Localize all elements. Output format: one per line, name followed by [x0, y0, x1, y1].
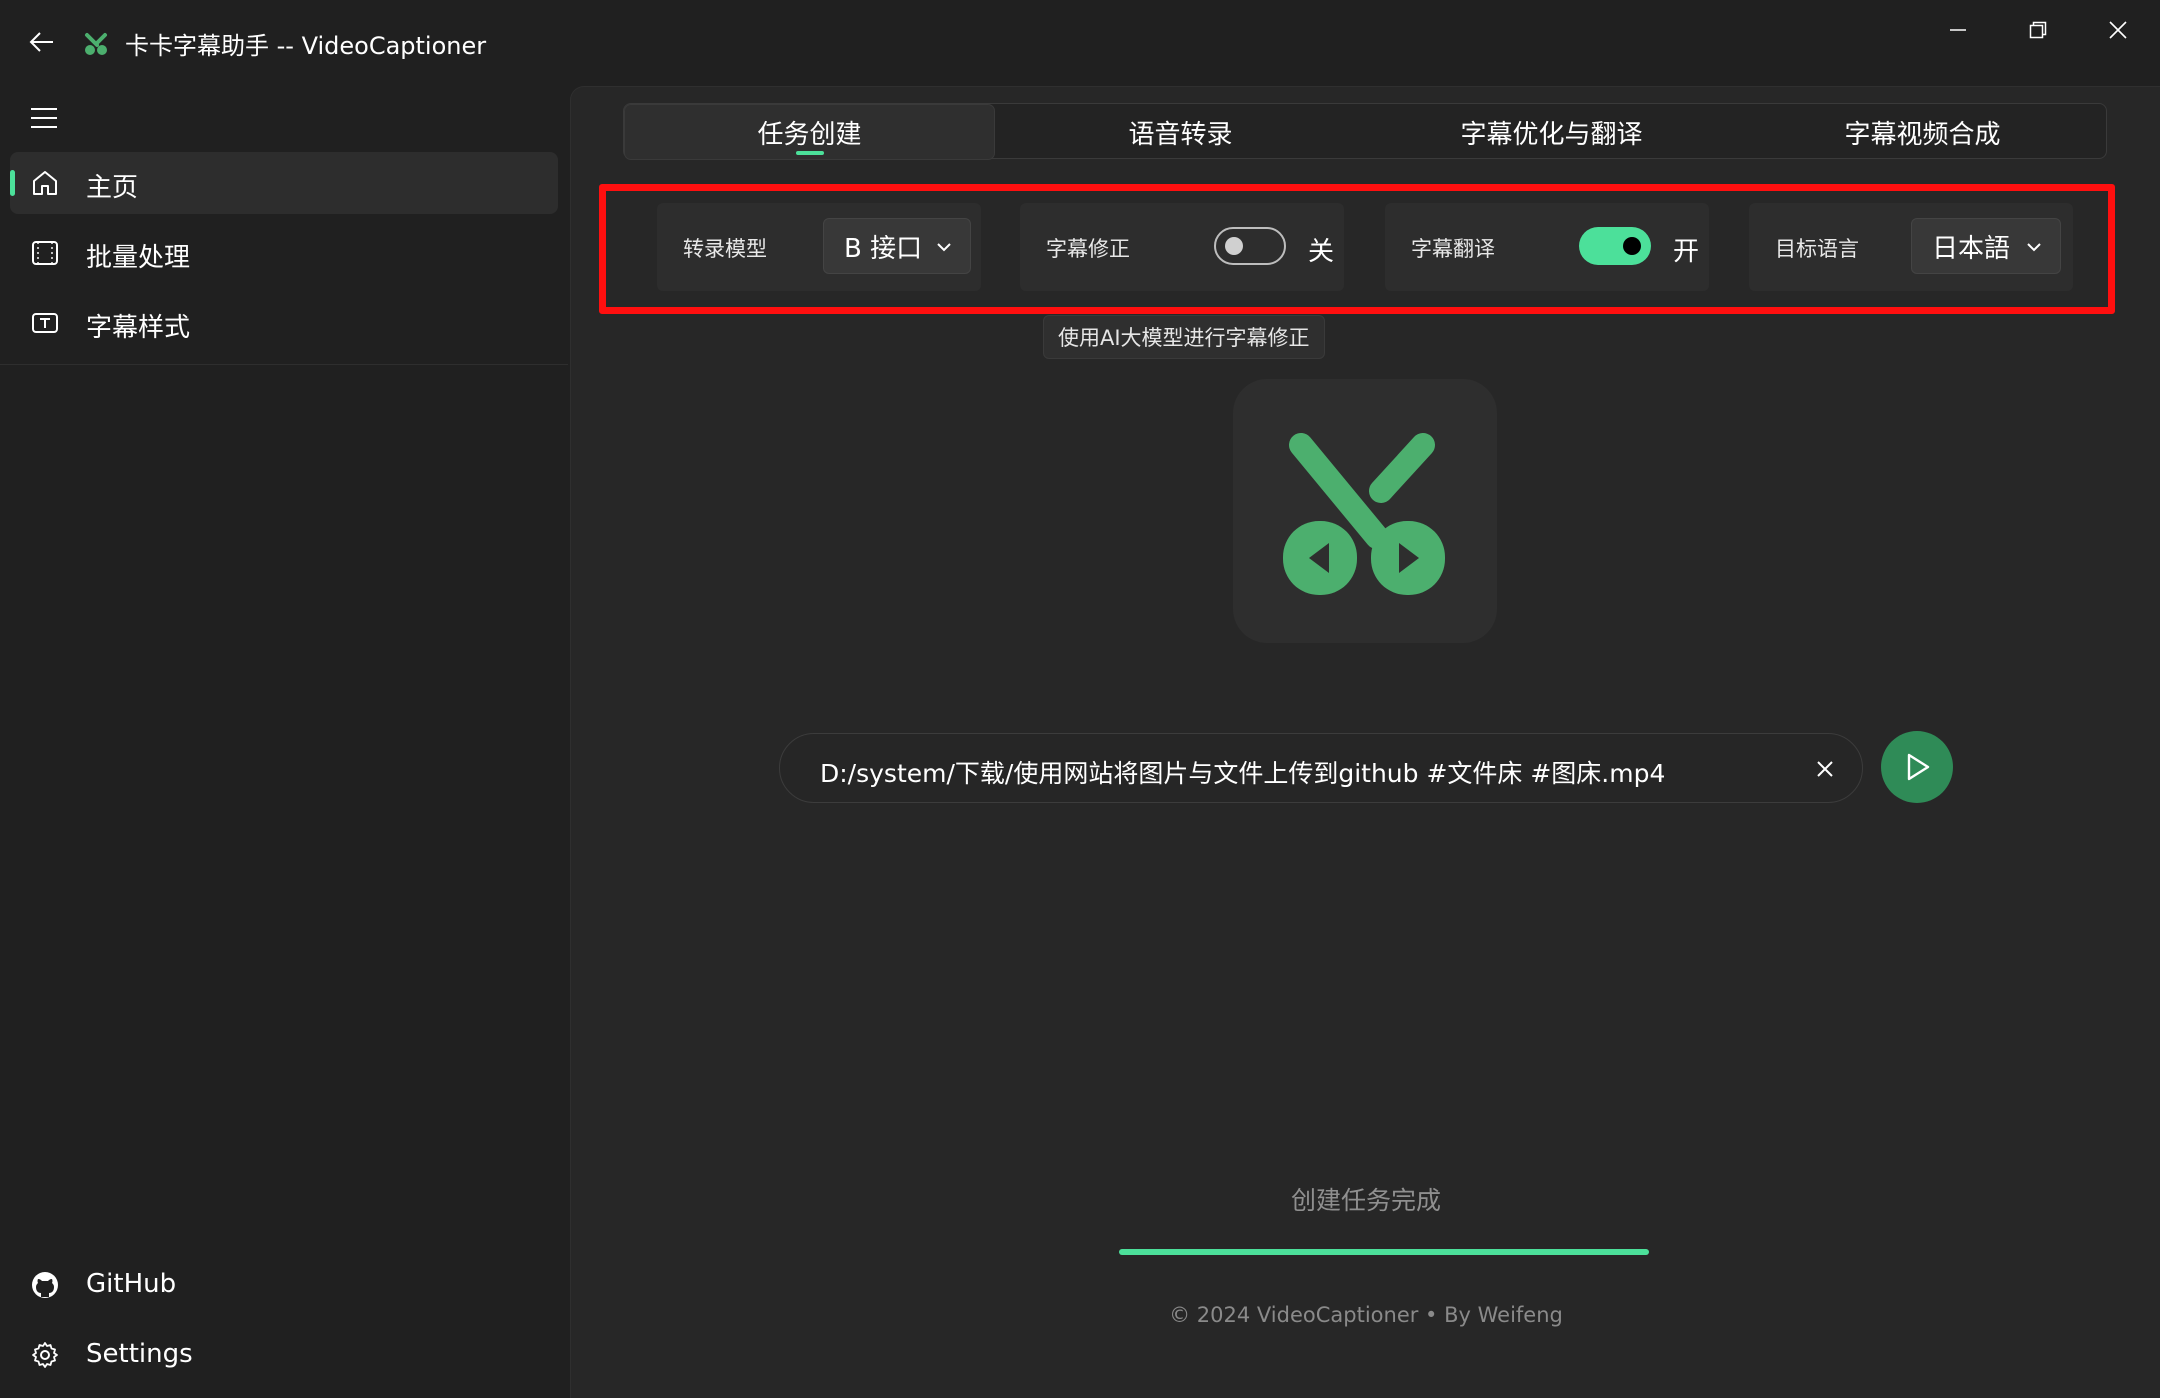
- target-language-value: 日本語: [1932, 233, 2011, 264]
- close-icon: [1817, 761, 1833, 777]
- home-icon: [28, 166, 62, 200]
- window-title: 卡卡字幕助手 -- VideoCaptioner: [125, 32, 487, 60]
- sidebar-item-label: 主页: [86, 173, 139, 203]
- status-text: 创建任务完成: [1290, 1186, 1441, 1215]
- subtitle-translation-label: 字幕翻译: [1411, 237, 1495, 261]
- github-icon: [28, 1268, 62, 1302]
- subtitle-correction-card: 字幕修正 关: [1020, 203, 1344, 291]
- menu-toggle-button[interactable]: [24, 98, 64, 138]
- transcribe-model-label: 转录模型: [683, 237, 767, 261]
- sidebar-item-label: GitHub: [86, 1269, 177, 1299]
- back-button[interactable]: [24, 24, 60, 60]
- main-panel: 任务创建 语音转录 字幕优化与翻译 字幕视频合成 转录模型 B 接口 字幕修正 …: [570, 86, 2160, 1398]
- subtitle-correction-state: 关: [1308, 237, 1335, 267]
- subtitle-translation-card: 字幕翻译 开: [1385, 203, 1709, 291]
- scissors-play-icon: [1283, 433, 1445, 595]
- hamburger-icon: [31, 108, 57, 128]
- subtitle-translation-toggle[interactable]: [1579, 227, 1651, 265]
- tab-label: 语音转录: [1128, 119, 1233, 150]
- gear-icon: [28, 1338, 62, 1372]
- target-language-dropdown[interactable]: 日本語: [1911, 218, 2061, 274]
- tooltip: 使用AI大模型进行字幕修正: [1043, 315, 1325, 359]
- tab-active-indicator: [795, 151, 824, 155]
- close-icon: [2109, 21, 2127, 39]
- toggle-knob: [1623, 237, 1641, 255]
- file-path-input[interactable]: D:/system/下载/使用网站将图片与文件上传到github #文件床 #图…: [779, 733, 1863, 803]
- file-path-text: D:/system/下载/使用网站将图片与文件上传到github #文件床 #图…: [820, 759, 1666, 788]
- sidebar-item-label: 批量处理: [86, 243, 191, 273]
- sidebar-item-github[interactable]: GitHub: [10, 1254, 558, 1316]
- active-indicator: [10, 170, 15, 196]
- film-icon: [28, 236, 62, 270]
- tab-bar: 任务创建 语音转录 字幕优化与翻译 字幕视频合成: [623, 103, 2108, 160]
- tab-optimize-translate[interactable]: 字幕优化与翻译: [1366, 104, 1737, 160]
- minimize-button[interactable]: [1928, 10, 1988, 50]
- sidebar-item-home[interactable]: 主页: [10, 152, 558, 214]
- subtitle-correction-toggle[interactable]: [1214, 227, 1286, 265]
- text-style-icon: [28, 306, 62, 340]
- app-logo-large[interactable]: [1233, 379, 1497, 643]
- subtitle-correction-label: 字幕修正: [1046, 237, 1130, 261]
- sidebar: 主页 批量处理 字幕样式 GitHub Settings: [0, 86, 568, 1398]
- transcribe-model-card: 转录模型 B 接口: [657, 203, 981, 291]
- minimize-icon: [1950, 29, 1966, 31]
- sidebar-item-settings[interactable]: Settings: [10, 1324, 558, 1386]
- sidebar-divider: [0, 364, 568, 365]
- restore-icon: [2029, 21, 2047, 39]
- subtitle-translation-state: 开: [1673, 237, 1700, 267]
- transcribe-model-value: B 接口: [844, 233, 923, 264]
- toggle-knob: [1225, 237, 1243, 255]
- sidebar-item-batch[interactable]: 批量处理: [10, 222, 558, 284]
- transcribe-model-dropdown[interactable]: B 接口: [823, 218, 971, 274]
- footer-copyright: © 2024 VideoCaptioner • By Weifeng: [1169, 1303, 1563, 1327]
- tab-transcribe[interactable]: 语音转录: [995, 104, 1366, 160]
- progress-bar: [1119, 1249, 1649, 1255]
- tab-label: 字幕视频合成: [1844, 119, 2001, 150]
- sidebar-item-subtitle-style[interactable]: 字幕样式: [10, 292, 558, 354]
- app-logo-icon: [80, 28, 112, 60]
- app-window: 卡卡字幕助手 -- VideoCaptioner 主页 批量处理 字幕样式 Gi…: [0, 0, 2160, 1398]
- chevron-down-icon: [937, 243, 951, 252]
- play-icon: [1907, 753, 1930, 781]
- tab-video-synthesis[interactable]: 字幕视频合成: [1737, 104, 2108, 160]
- chevron-down-icon: [2027, 243, 2041, 252]
- sidebar-item-label: Settings: [86, 1339, 193, 1369]
- close-window-button[interactable]: [2088, 10, 2148, 50]
- tab-label: 任务创建: [757, 119, 862, 150]
- target-language-label: 目标语言: [1775, 237, 1859, 261]
- start-button[interactable]: [1881, 731, 1953, 803]
- clear-path-button[interactable]: [1810, 754, 1840, 784]
- progress-fill: [1119, 1249, 1649, 1255]
- title-bar: 卡卡字幕助手 -- VideoCaptioner: [0, 0, 2160, 86]
- target-language-card: 目标语言 日本語: [1749, 203, 2073, 291]
- arrow-left-icon: [29, 32, 53, 52]
- restore-button[interactable]: [2008, 10, 2068, 50]
- sidebar-item-label: 字幕样式: [86, 313, 191, 343]
- tab-task-create[interactable]: 任务创建: [624, 104, 995, 160]
- tab-label: 字幕优化与翻译: [1460, 119, 1643, 150]
